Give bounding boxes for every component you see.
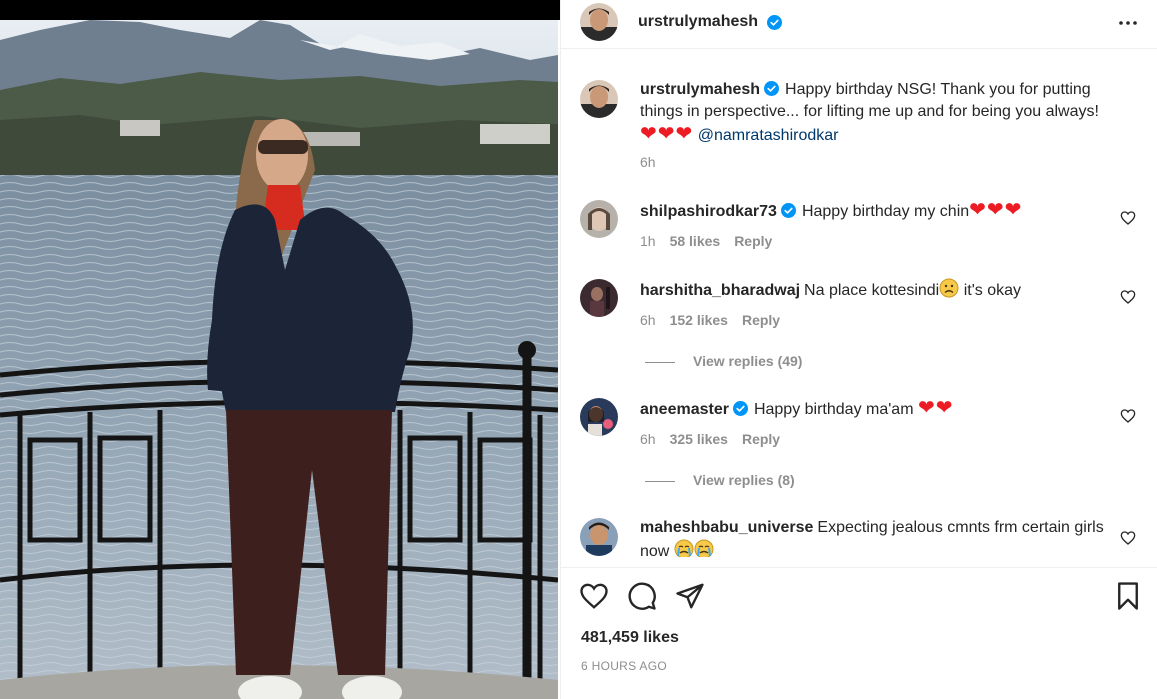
comment-meta: 6h 152 likes Reply bbox=[640, 312, 794, 328]
comment-emoji: ❤❤ bbox=[917, 397, 954, 419]
verified-badge-icon bbox=[780, 203, 796, 218]
heart-icon[interactable] bbox=[1120, 408, 1136, 424]
heart-icon[interactable] bbox=[1120, 289, 1136, 305]
author-avatar[interactable] bbox=[580, 80, 618, 118]
caption-meta: 6h bbox=[640, 154, 670, 170]
comment-bubble-icon[interactable] bbox=[627, 581, 657, 611]
comment-likes[interactable]: 152 likes bbox=[670, 312, 728, 328]
comments-list[interactable]: urstrulymahesh Happy birthday NSG! Thank … bbox=[561, 60, 1157, 557]
commenter-avatar[interactable] bbox=[580, 279, 618, 317]
comment-body: shilpashirodkar73 Happy birthday my chin❤… bbox=[640, 199, 1125, 223]
comment-text: Happy birthday my chin bbox=[801, 203, 970, 220]
commenter-avatar[interactable] bbox=[580, 518, 618, 556]
caption-time: 6h bbox=[640, 154, 656, 170]
replies-divider bbox=[645, 480, 675, 482]
bookmark-icon[interactable] bbox=[1113, 581, 1143, 611]
reply-button[interactable]: Reply bbox=[734, 233, 772, 249]
comment-meta: 6h 325 likes Reply bbox=[640, 431, 794, 447]
likes-count[interactable]: 481,459 likes bbox=[581, 629, 679, 647]
replies-divider bbox=[645, 361, 675, 363]
comment-meta: 1h 58 likes Reply bbox=[640, 233, 786, 249]
comment-time: 1h bbox=[640, 233, 656, 249]
comment-text: Na place kottesindi bbox=[804, 282, 940, 299]
post-photo[interactable] bbox=[0, 20, 558, 699]
author-username[interactable]: urstrulymahesh bbox=[638, 13, 758, 31]
comment-body: maheshbabu_universe Expecting jealous cmn… bbox=[640, 517, 1125, 557]
post-header: urstrulymahesh bbox=[561, 0, 1157, 49]
commenter-username[interactable]: shilpashirodkar73 bbox=[640, 203, 777, 220]
heart-icon[interactable] bbox=[1120, 530, 1136, 546]
comment-body: aneemaster Happy birthday ma'am ❤❤ bbox=[640, 397, 1125, 421]
caption-hearts: ❤❤❤ bbox=[640, 123, 694, 145]
reply-button[interactable]: Reply bbox=[742, 431, 780, 447]
commenter-avatar[interactable] bbox=[580, 398, 618, 436]
caption-body: urstrulymahesh Happy birthday NSG! Thank … bbox=[640, 79, 1125, 147]
commenter-avatar[interactable] bbox=[580, 200, 618, 238]
crying-face-emoji-icon bbox=[674, 539, 694, 557]
comment-time: 6h bbox=[640, 431, 656, 447]
caption-username[interactable]: urstrulymahesh bbox=[640, 81, 760, 98]
mention-link[interactable]: @namratashirodkar bbox=[698, 127, 839, 144]
reply-button[interactable]: Reply bbox=[742, 312, 780, 328]
comment-likes[interactable]: 325 likes bbox=[670, 431, 728, 447]
heart-icon[interactable] bbox=[579, 581, 609, 611]
comment-likes[interactable]: 58 likes bbox=[670, 233, 721, 249]
commenter-username[interactable]: maheshbabu_universe bbox=[640, 519, 813, 536]
comment-text-after: it's okay bbox=[963, 282, 1021, 299]
paper-plane-icon[interactable] bbox=[675, 581, 705, 611]
more-options-icon[interactable] bbox=[1116, 13, 1140, 33]
view-replies-label: View replies (8) bbox=[693, 472, 795, 488]
commenter-username[interactable]: aneemaster bbox=[640, 401, 729, 418]
comment-text: Happy birthday ma'am bbox=[753, 401, 914, 418]
verified-badge-icon bbox=[732, 401, 748, 416]
heart-icon[interactable] bbox=[1120, 210, 1136, 226]
comment-body: harshitha_bharadwaj Na place kottesindi i… bbox=[640, 278, 1125, 302]
action-bar bbox=[561, 567, 1157, 617]
view-replies-button[interactable]: View replies (49) bbox=[645, 353, 802, 369]
verified-badge-icon bbox=[762, 15, 782, 33]
author-avatar[interactable] bbox=[580, 3, 618, 41]
sad-face-emoji-icon bbox=[939, 278, 959, 298]
crying-face-emoji-icon bbox=[694, 539, 714, 557]
view-replies-label: View replies (49) bbox=[693, 353, 803, 369]
post-panel: urstrulymahesh urstrulymahesh Happy birth… bbox=[560, 0, 1157, 699]
commenter-username[interactable]: harshitha_bharadwaj bbox=[640, 282, 800, 299]
top-black-bar bbox=[0, 0, 560, 20]
comment-emoji: ❤❤❤ bbox=[969, 199, 1023, 221]
comment-time: 6h bbox=[640, 312, 656, 328]
verified-badge-icon bbox=[764, 81, 780, 96]
view-replies-button[interactable]: View replies (8) bbox=[645, 472, 795, 488]
post-timestamp[interactable]: 6 HOURS AGO bbox=[581, 659, 667, 673]
